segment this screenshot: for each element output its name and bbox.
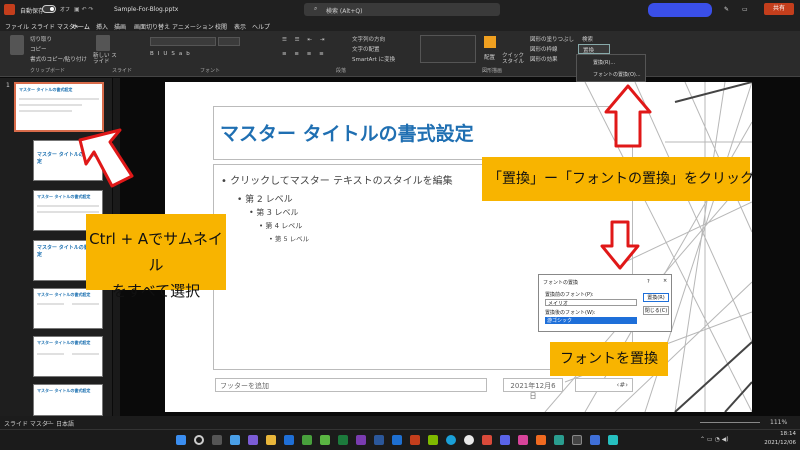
app-icon[interactable] [482,435,492,445]
app-icon[interactable] [608,435,618,445]
edge-icon[interactable] [446,435,456,445]
file-explorer-icon[interactable] [266,435,276,445]
zoom-slider[interactable] [700,422,760,423]
app-icon[interactable] [518,435,528,445]
arrow-down-icon [600,220,640,270]
clock-date[interactable]: 2021/12/06 [750,440,796,446]
onenote-icon[interactable] [356,435,366,445]
chat-icon[interactable] [248,435,258,445]
start-icon[interactable] [176,435,186,445]
status-bar: スライド マスター ▭ 日本語 111% [0,416,800,429]
zoom-level[interactable]: 111% [770,419,787,426]
powerpoint-icon[interactable] [410,435,420,445]
search-taskbar-icon[interactable] [194,435,204,445]
excel-icon[interactable] [338,435,348,445]
widgets-icon[interactable] [230,435,240,445]
arrow-thumbnail-icon [78,128,134,188]
app-icon[interactable] [302,435,312,445]
teams-icon[interactable] [500,435,510,445]
clock-time[interactable]: 18:14 [750,431,796,437]
app-icon[interactable] [554,435,564,445]
callout-replace-hint: 「置換」ー「フォントの置換」をクリック [482,157,754,201]
task-view-icon[interactable] [212,435,222,445]
app-icon[interactable] [590,435,600,445]
language-icon[interactable]: ▭ [46,419,52,426]
callout-font-replace: フォントを置換 [550,342,668,376]
arrow-up-icon [604,84,652,148]
chrome-icon[interactable] [464,435,474,445]
outlook-icon[interactable] [392,435,402,445]
app-icon[interactable] [536,435,546,445]
app-icon[interactable] [428,435,438,445]
tray-icons[interactable]: ⌃ ▭ ◔ ◀) [700,436,729,443]
callout-select-all: Ctrl + Aでサムネイル をすべて選択 [86,214,226,300]
status-language[interactable]: 日本語 [56,419,74,428]
store-icon[interactable] [284,435,294,445]
app-icon[interactable] [320,435,330,445]
word-icon[interactable] [374,435,384,445]
app-icon[interactable] [572,435,582,445]
